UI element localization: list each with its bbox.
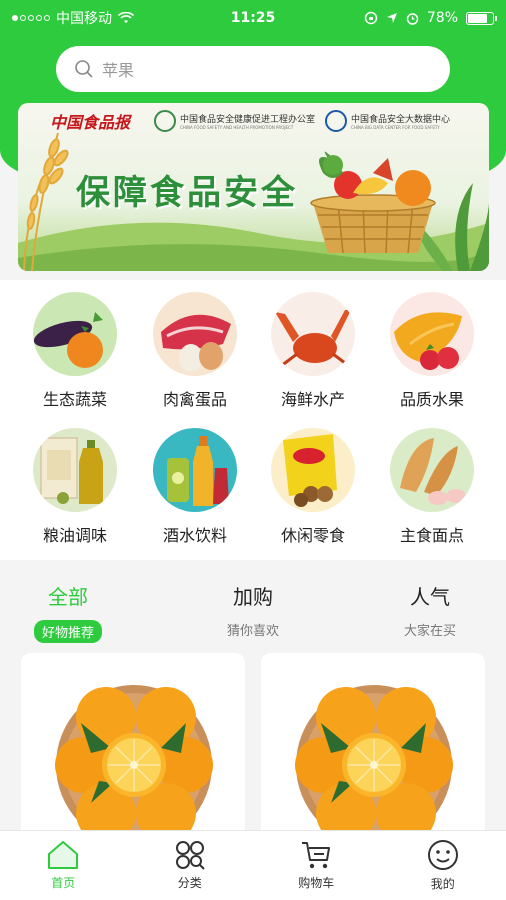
category-label: 生态蔬菜 [42,390,107,409]
product-image [295,685,453,843]
tab-all[interactable]: 全部 好物推荐 [13,581,123,643]
wifi-icon [118,12,134,23]
profile-icon [427,840,458,870]
nav-category[interactable]: 分类 [127,831,254,900]
category-meat-eggs[interactable]: 肉禽蛋品 [135,292,255,410]
grain-oil-icon [33,428,117,512]
meat-eggs-icon [153,292,237,376]
product-card[interactable] [261,653,485,843]
org1-logo: 中国食品安全健康促进工程办公室 CHINA FOOD SAFETY AND HE… [154,110,315,132]
tab-popular[interactable]: 人气 大家在买 [375,581,485,639]
category-icon [175,841,205,870]
nav-label: 首页 [51,876,76,890]
bread-icon [390,428,474,512]
home-icon [48,841,79,869]
feed-tabs: 全部 好物推荐 加购 猜你喜欢 人气 大家在买 [0,565,506,645]
carrier-label: 中国移动 [56,11,112,27]
status-bar: 中国移动 11:25 78% [0,0,506,36]
product-card[interactable] [21,653,245,843]
battery-percent: 78% [426,10,458,26]
nav-cart[interactable]: 购物车 [253,831,380,900]
category-grain-oil[interactable]: 粮油调味 [15,428,135,546]
tab-subtitle: 好物推荐 [33,620,102,643]
tab-title: 人气 [410,585,450,609]
category-label: 主食面点 [399,526,464,545]
nav-home[interactable]: 首页 [0,831,127,900]
category-fruit[interactable]: 品质水果 [372,292,492,410]
banner-logo-text: 中国食品报 [50,113,131,132]
tab-title: 全部 [48,585,88,609]
category-seafood[interactable]: 海鲜水产 [253,292,373,410]
category-vegetables[interactable]: 生态蔬菜 [15,292,135,410]
vegetables-icon [33,292,117,376]
tab-subtitle: 猜你喜欢 [226,624,279,639]
cart-icon [302,842,331,869]
org2-logo: 中国食品安全大数据中心 CHINA BIG DATA CENTER FOR FO… [325,110,450,132]
product-image [55,685,213,843]
banner-title: 保障食品安全 [76,173,298,213]
clock: 11:25 [230,10,276,26]
category-drinks[interactable]: 酒水饮料 [135,428,255,546]
org2-emblem-icon [325,110,348,132]
search-placeholder: 苹果 [102,61,135,80]
category-label: 肉禽蛋品 [162,390,227,409]
org1-name: 中国食品安全健康促进工程办公室 [180,115,316,125]
org2-name: 中国食品安全大数据中心 [351,115,451,125]
category-label: 品质水果 [399,390,464,409]
snacks-icon [271,428,355,512]
bottom-nav: 首页 分类 购物车 我的 [0,830,506,900]
category-grid: 生态蔬菜 肉禽蛋品 海鲜水产 品质水果 粮油调味 酒水饮料 休闲零食 主食面点 [0,280,506,560]
lock-rotation-icon [364,11,378,25]
promo-banner[interactable]: 中国食品报 中国食品安全健康促进工程办公室 CHINA FOOD SAFETY … [18,103,489,271]
org1-sub: CHINA FOOD SAFETY AND HEALTH PROMOTION P… [180,125,294,130]
tab-subtitle: 大家在买 [403,624,456,639]
signal-icon [12,15,50,21]
fruit-icon [390,292,474,376]
tab-added[interactable]: 加购 猜你喜欢 [198,581,308,639]
category-snacks[interactable]: 休闲零食 [253,428,373,546]
seafood-icon [271,292,355,376]
org1-emblem-icon [154,110,177,132]
alarm-icon [406,12,419,25]
category-label: 休闲零食 [280,526,345,545]
category-label: 海鲜水产 [280,390,345,409]
category-bread[interactable]: 主食面点 [372,428,492,546]
battery-icon [466,11,497,25]
category-label: 粮油调味 [42,526,107,545]
category-label: 酒水饮料 [162,526,227,545]
location-icon [386,13,397,23]
nav-profile[interactable]: 我的 [380,831,506,900]
org2-sub: CHINA BIG DATA CENTER FOR FOOD SAFETY [351,125,440,130]
search-icon [75,60,93,78]
tab-title: 加购 [233,585,273,609]
drinks-icon [153,428,237,512]
nav-label: 购物车 [298,876,335,890]
nav-label: 分类 [177,876,202,890]
search-input[interactable]: 苹果 [56,46,450,92]
nav-label: 我的 [430,877,455,891]
